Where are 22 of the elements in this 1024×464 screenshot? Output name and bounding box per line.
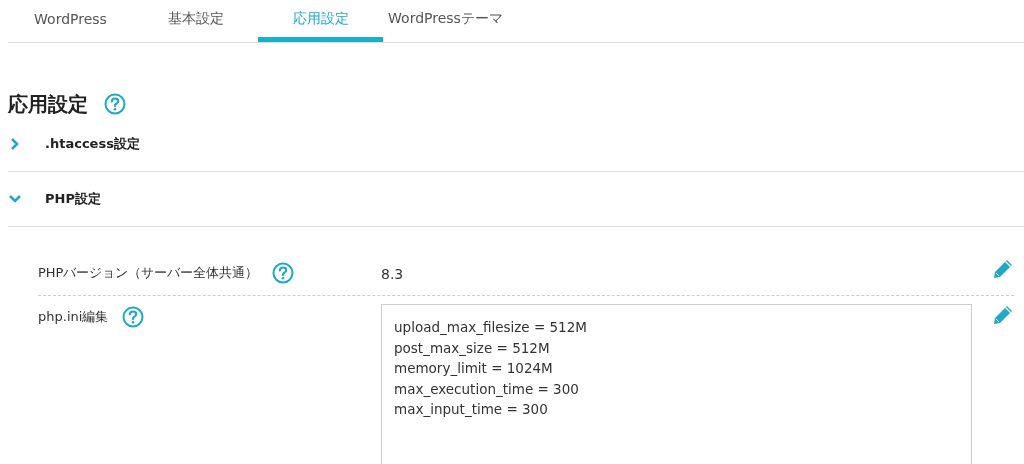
help-icon[interactable] bbox=[104, 93, 126, 115]
ini-line: max_input_time = 300 bbox=[394, 400, 548, 419]
help-icon[interactable] bbox=[272, 262, 295, 284]
page-heading: 応用設定 bbox=[8, 90, 88, 118]
pencil-icon[interactable] bbox=[992, 258, 1014, 280]
setting-label: php.ini編集 bbox=[38, 308, 109, 326]
ini-line: memory_limit = 1024M bbox=[394, 359, 553, 378]
setting-label: PHPバージョン（サーバー全体共通） bbox=[38, 264, 259, 282]
tab[interactable]: 基本設定 bbox=[133, 0, 258, 42]
section-title: PHP設定 bbox=[45, 190, 101, 208]
section-title: .htaccess設定 bbox=[45, 135, 140, 153]
tab[interactable]: WordPress bbox=[8, 0, 133, 42]
setting-value: 8.3 bbox=[381, 265, 404, 282]
accordion-header[interactable]: .htaccess設定 bbox=[8, 117, 1024, 172]
php-ini-field[interactable]: upload_max_filesize = 512M post_max_size = 512M memory_limit = 1024M max_execution_time = 300 max_input_time = 300 bbox=[381, 304, 972, 464]
ini-line: post_max_size = 512M bbox=[394, 338, 550, 358]
pencil-icon[interactable] bbox=[992, 304, 1014, 326]
help-icon[interactable] bbox=[122, 306, 145, 328]
ini-line: max_execution_time = 300 bbox=[394, 379, 579, 399]
ini-line: upload_max_filesize = 512M bbox=[394, 318, 587, 337]
accordion-header[interactable]: PHP設定 bbox=[8, 172, 1024, 227]
tab[interactable]: WordPressテーマ bbox=[383, 0, 508, 42]
